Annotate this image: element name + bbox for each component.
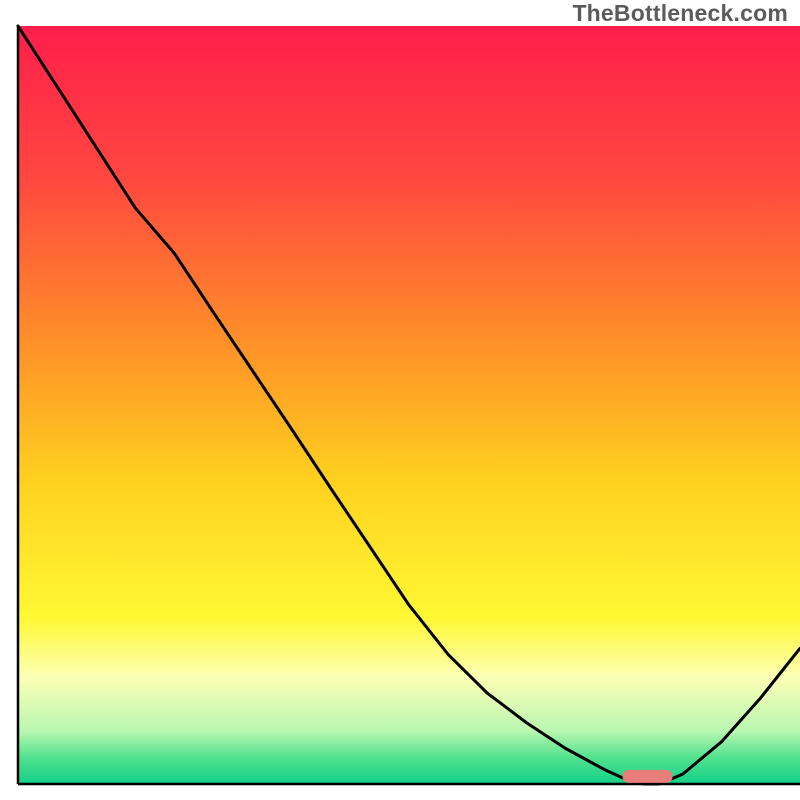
chart-svg bbox=[0, 0, 800, 800]
plot-background bbox=[18, 26, 800, 784]
bottleneck-chart: TheBottleneck.com bbox=[0, 0, 800, 800]
optimal-marker bbox=[622, 770, 672, 783]
